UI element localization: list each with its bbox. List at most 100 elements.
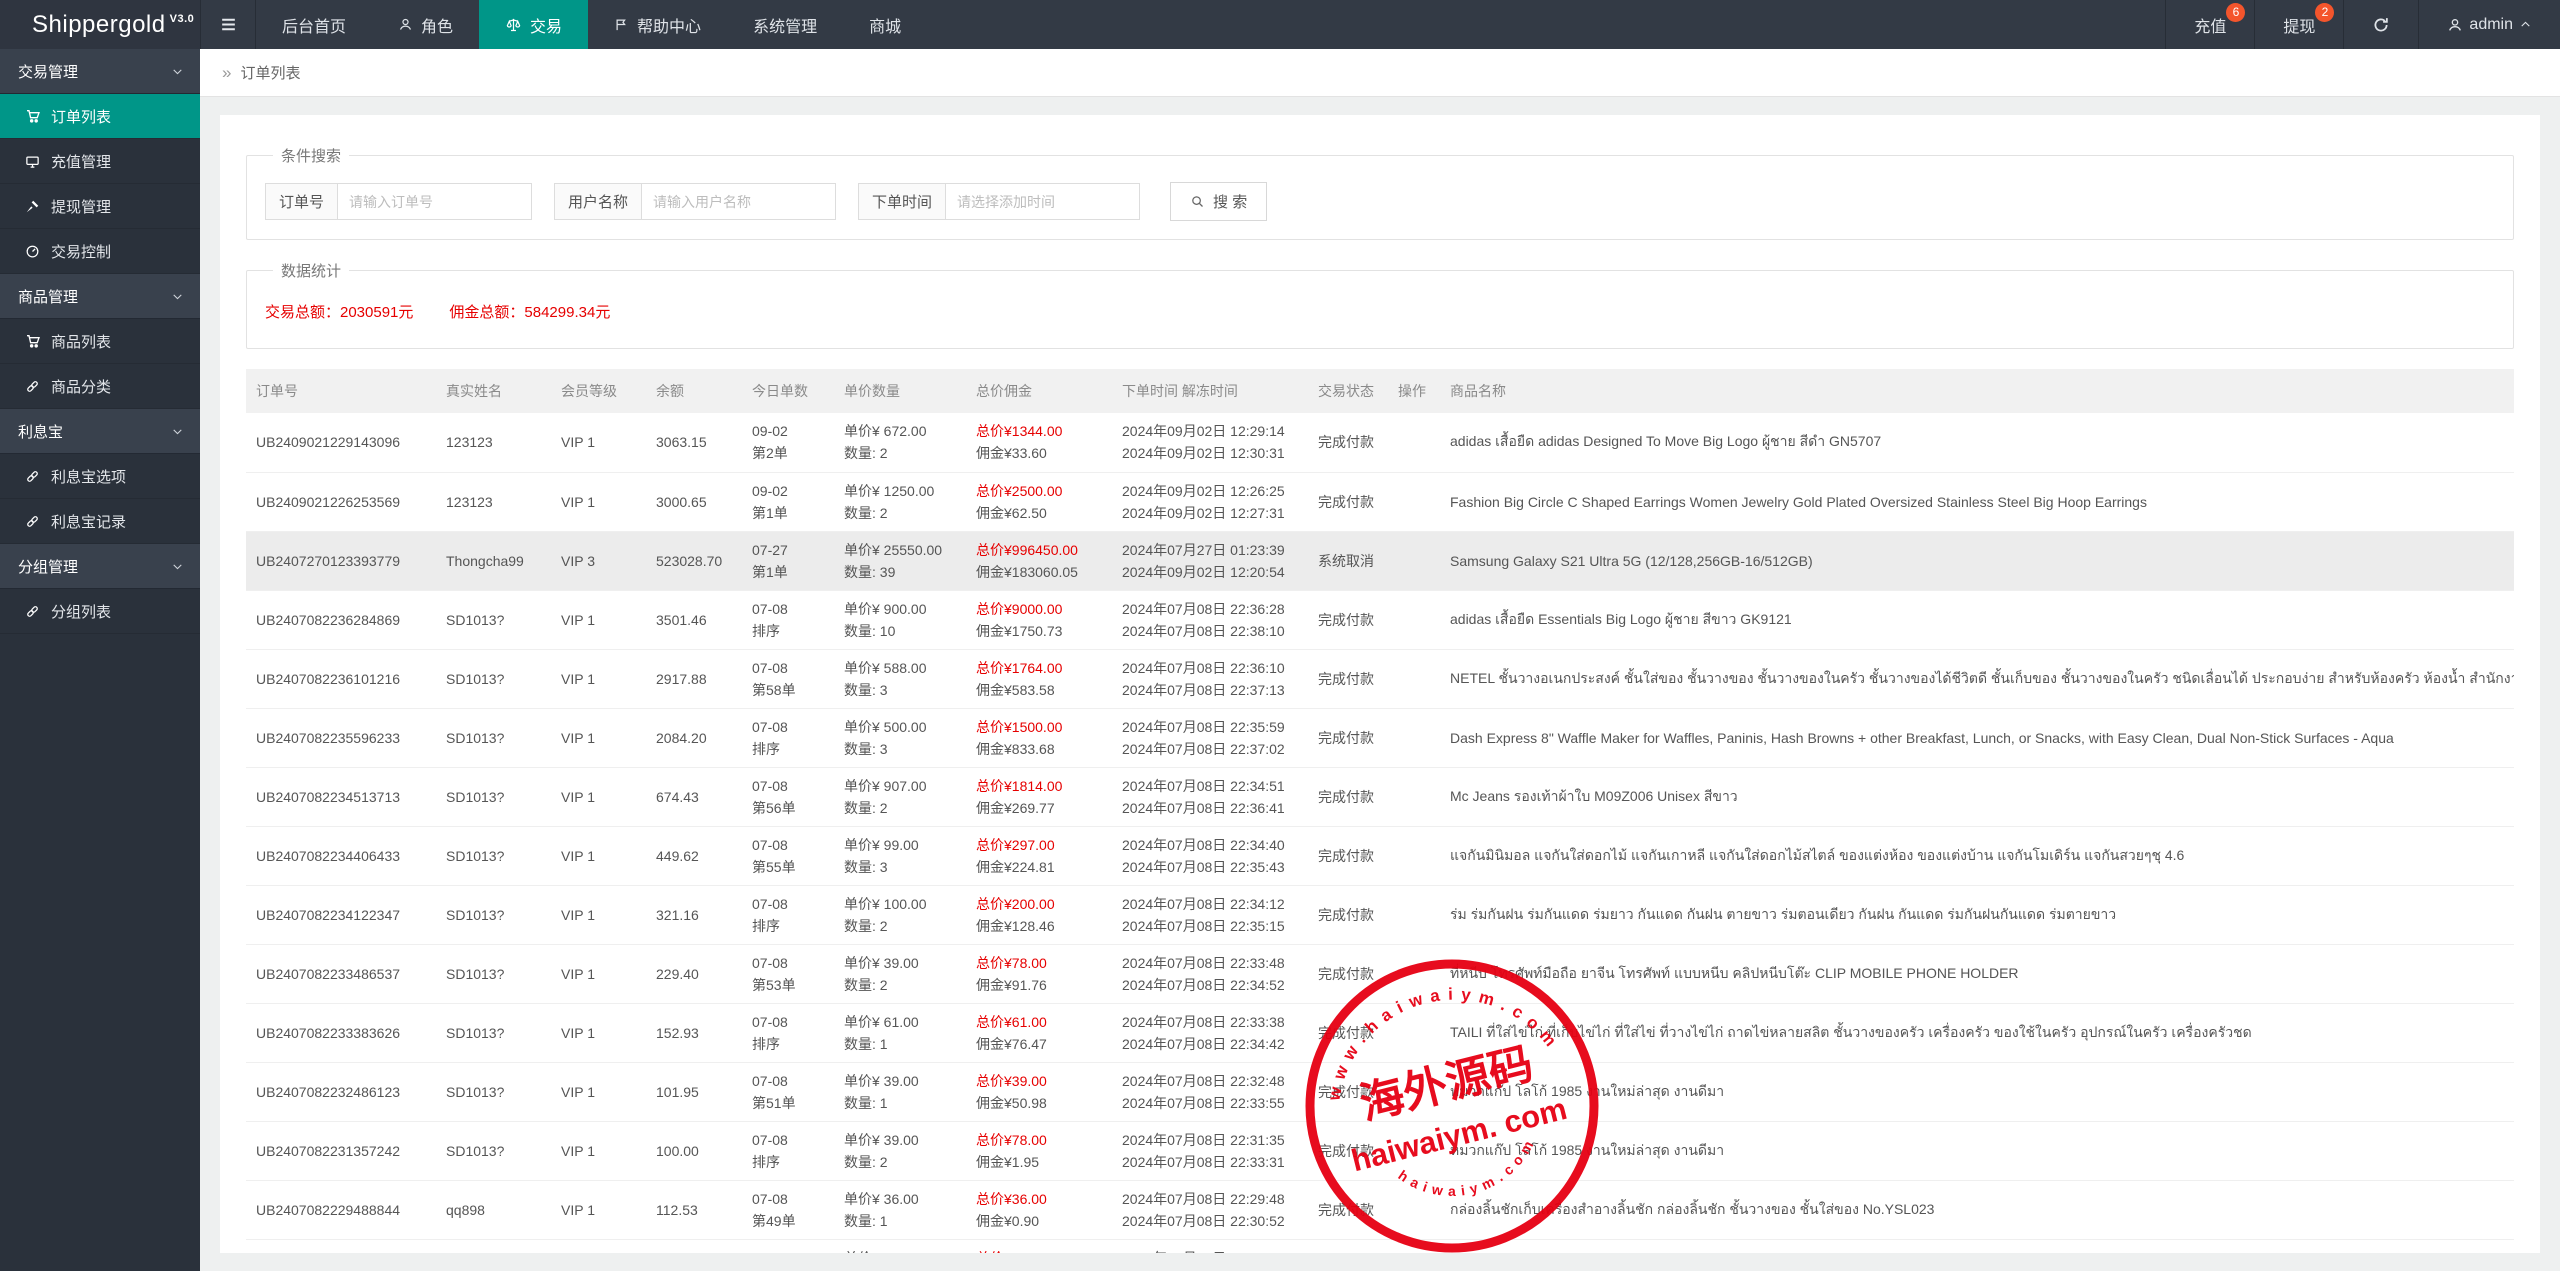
table-row[interactable]: UB2407082235596233SD1013?VIP 12084.2007-… [246,708,2514,767]
column-header: 下单时间 解冻时间 [1112,369,1308,413]
nav-item-3[interactable]: 帮助中心 [588,0,727,49]
cell-unit-price-qty: 单价¥ 900.00数量: 10 [834,590,966,649]
cell-total-commission: 总价¥9000.00佣金¥1750.73 [966,590,1112,649]
sidebar-item[interactable]: 订单列表 [0,94,200,139]
top-nav: 后台首页角色 交易 帮助中心系统管理商城 [256,0,927,49]
cell-today-orders: 07-08排序 [742,885,834,944]
sidebar-group-1[interactable]: 商品管理 [0,274,200,319]
table-row[interactable]: UB2409021226253569123123VIP 13000.6509-0… [246,472,2514,531]
sidebar-item[interactable]: 利息宝选项 [0,454,200,499]
table-row[interactable]: UB2407082236284869SD1013?VIP 13501.4607-… [246,590,2514,649]
cell-vip-level: VIP 1 [551,708,646,767]
table-row[interactable]: UB2407082233383626SD1013?VIP 1152.9307-0… [246,1003,2514,1062]
cell-product-name: หมวกแก๊ป โลโก้ 1985 งานใหม่ล่าสุด งานดีม… [1440,1121,2514,1180]
search-legend: 条件搜索 [273,145,349,166]
table-row[interactable]: UB2407270123393779Thongcha99VIP 3523028.… [246,531,2514,590]
cell-actions [1388,826,1440,885]
table-row[interactable]: UB2409021229143096123123VIP 13063.1509-0… [246,413,2514,472]
search-button[interactable]: 搜 索 [1170,182,1267,221]
sidebar-group-2[interactable]: 利息宝 [0,409,200,454]
cell-order-unfreeze-time: 2024年07月08日 22:34:122024年07月08日 22:35:15 [1112,885,1308,944]
cell-trade-status: 完成付款 [1308,944,1388,1003]
chevron-up-icon [2519,18,2532,31]
cell-vip-level: VIP 1 [551,1239,646,1253]
user-menu[interactable]: admin [2418,0,2560,49]
nav-item-0[interactable]: 后台首页 [256,0,372,49]
sidebar-item-label: 商品分类 [51,376,111,397]
cell-product-name: adidas เสื้อยืด adidas Designed To Move … [1440,413,2514,472]
cell-balance: 3501.46 [646,590,742,649]
cell-order-no: UB2407082232486123 [246,1062,436,1121]
cell-total-commission: 总价¥78.00佣金¥91.76 [966,944,1112,1003]
table-row[interactable]: UB2407082234406433SD1013?VIP 1449.6207-0… [246,826,2514,885]
cell-balance: 3000.65 [646,472,742,531]
cell-unit-price-qty: 单价¥ 39.00数量: 2 [834,1239,966,1253]
sidebar-group-label: 交易管理 [18,61,78,82]
order-no-input[interactable] [337,183,532,220]
cell-order-no: UB2407082233383626 [246,1003,436,1062]
sidebar-item[interactable]: 利息宝记录 [0,499,200,544]
sidebar-item[interactable]: 商品列表 [0,319,200,364]
cell-trade-status: 完成付款 [1308,826,1388,885]
chevron-down-icon [171,65,184,78]
order-time-field-group: 下单时间 [858,183,1140,220]
column-header: 操作 [1388,369,1440,413]
app-logo-version: V3.0 [170,13,195,25]
cell-today-orders: 07-08排序 [742,590,834,649]
cell-total-commission: 总价¥1814.00佣金¥269.77 [966,767,1112,826]
order-time-input[interactable] [945,183,1140,220]
sidebar-item[interactable]: 商品分类 [0,364,200,409]
cell-order-unfreeze-time: 2024年07月08日 22:35:592024年07月08日 22:37:02 [1112,708,1308,767]
cell-product-name: ร่ม ร่มกันฝน ร่มกันแดด ร่มยาว กันแดด กัน… [1440,885,2514,944]
recharge-link[interactable]: 充值 6 [2165,0,2254,49]
cell-order-no: UB2407082234513713 [246,767,436,826]
table-row[interactable]: UB2407082234513713SD1013?VIP 1674.4307-0… [246,767,2514,826]
table-row[interactable]: UB2407082233486537SD1013?VIP 1229.4007-0… [246,944,2514,1003]
nav-item-2[interactable]: 交易 [479,0,588,49]
user-name-input[interactable] [641,183,836,220]
content: 条件搜索 订单号 用户名称 下单时间 [200,97,2560,1271]
transaction-total: 交易总额：2030591元 [265,301,413,322]
sidebar-toggle-button[interactable] [200,0,256,49]
cell-actions [1388,1003,1440,1062]
cell-unit-price-qty: 单价¥ 39.00数量: 1 [834,1062,966,1121]
table-row[interactable]: UB2407082234122347SD1013?VIP 1321.1607-0… [246,885,2514,944]
cell-trade-status: 完成付款 [1308,590,1388,649]
app-logo: ShippergoldV3.0 [0,0,200,49]
nav-item-1[interactable]: 角色 [372,0,479,49]
cell-actions [1388,885,1440,944]
table-row[interactable]: UB2407082231357242SD1013?VIP 1100.0007-0… [246,1121,2514,1180]
sidebar-item[interactable]: 分组列表 [0,589,200,634]
cell-balance: 3063.15 [646,413,742,472]
sidebar-group-0[interactable]: 交易管理 [0,49,200,94]
sidebar-item[interactable]: 提现管理 [0,184,200,229]
cell-order-no: UB2407082229101245 [246,1239,436,1253]
table-row[interactable]: UB2407082236101216SD1013?VIP 12917.8807-… [246,649,2514,708]
stats-legend: 数据统计 [273,260,349,281]
cell-trade-status: 完成付款 [1308,1180,1388,1239]
cell-unit-price-qty: 单价¥ 61.00数量: 1 [834,1003,966,1062]
table-row[interactable]: UB2407082229488844qq898VIP 1112.5307-08第… [246,1180,2514,1239]
sidebar-item[interactable]: 充值管理 [0,139,200,184]
nav-item-4[interactable]: 系统管理 [727,0,843,49]
link-icon [24,514,41,529]
commission-total: 佣金总额：584299.34元 [449,301,610,322]
cell-total-commission: 总价¥1764.00佣金¥583.58 [966,649,1112,708]
gauge-icon [24,244,41,259]
refresh-button[interactable] [2343,0,2418,49]
withdraw-link[interactable]: 提现 2 [2254,0,2343,49]
sidebar-menu: 交易管理 订单列表 充值管理 提现管理 交易控制商品管理 商品列表 商品分类利息… [0,49,200,634]
cart-icon [24,333,41,349]
cell-total-commission: 总价¥297.00佣金¥224.81 [966,826,1112,885]
nav-item-5[interactable]: 商城 [843,0,927,49]
cell-product-name: แจกันมินิมอล แจกันใส่ดอกไม้ แจกันเกาหลี … [1440,826,2514,885]
nav-item-label: 交易 [530,13,562,37]
cell-trade-status: 完成付款 [1308,1003,1388,1062]
table-row[interactable]: UB2407082229101245qq898VIP 1110.5807-08第… [246,1239,2514,1253]
table-row[interactable]: UB2407082232486123SD1013?VIP 1101.9507-0… [246,1062,2514,1121]
cell-today-orders: 07-08第58单 [742,649,834,708]
sidebar-group-3[interactable]: 分组管理 [0,544,200,589]
column-header: 订单号 [246,369,436,413]
sidebar-item[interactable]: 交易控制 [0,229,200,274]
cell-real-name: Thongcha99 [436,531,551,590]
